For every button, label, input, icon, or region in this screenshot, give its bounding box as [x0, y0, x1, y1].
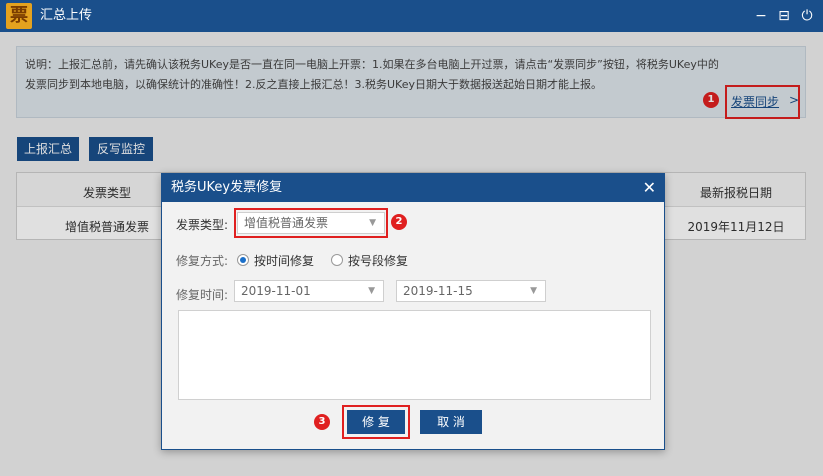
radio-by-segment[interactable]	[331, 254, 343, 266]
date-start-select[interactable]: 2019-11-01 ▼	[234, 280, 384, 302]
title-bar: 票 汇总上传 − ⊟ ⏻	[0, 0, 823, 32]
step-badge-2: 2	[391, 214, 407, 230]
highlight-box-repair	[342, 405, 410, 439]
close-icon[interactable]: ✕	[643, 174, 656, 202]
date-end-select[interactable]: 2019-11-15 ▼	[396, 280, 546, 302]
restore-icon[interactable]: ⊟	[774, 0, 794, 32]
app-logo-icon: 票	[6, 3, 32, 29]
highlight-box-invoice-type	[234, 208, 388, 238]
chevron-down-icon: ▼	[530, 286, 537, 296]
repair-log-area[interactable]	[178, 310, 651, 400]
minimize-icon[interactable]: −	[751, 0, 771, 32]
radio-by-time[interactable]	[237, 254, 249, 266]
date-start-value: 2019-11-01	[241, 284, 311, 298]
invoice-type-label: 发票类型:	[176, 218, 229, 232]
repair-mode-label: 修复方式:	[176, 254, 229, 268]
date-end-value: 2019-11-15	[403, 284, 473, 298]
chevron-down-icon: ▼	[368, 286, 375, 296]
power-icon[interactable]: ⏻	[797, 0, 817, 32]
dialog-header: 税务UKey发票修复 ✕	[162, 174, 664, 202]
radio-by-time-label[interactable]: 按时间修复	[254, 252, 314, 269]
radio-by-segment-label[interactable]: 按号段修复	[348, 252, 408, 269]
step-badge-3: 3	[314, 414, 330, 430]
ukey-repair-dialog: 税务UKey发票修复 ✕ 发票类型: 增值税普通发票 ▼ 2 修复方式: 按时间…	[161, 173, 665, 450]
repair-time-label: 修复时间:	[176, 288, 229, 302]
cancel-button[interactable]: 取 消	[420, 410, 482, 434]
dialog-title: 税务UKey发票修复	[171, 180, 283, 195]
window-title: 汇总上传	[40, 8, 93, 23]
